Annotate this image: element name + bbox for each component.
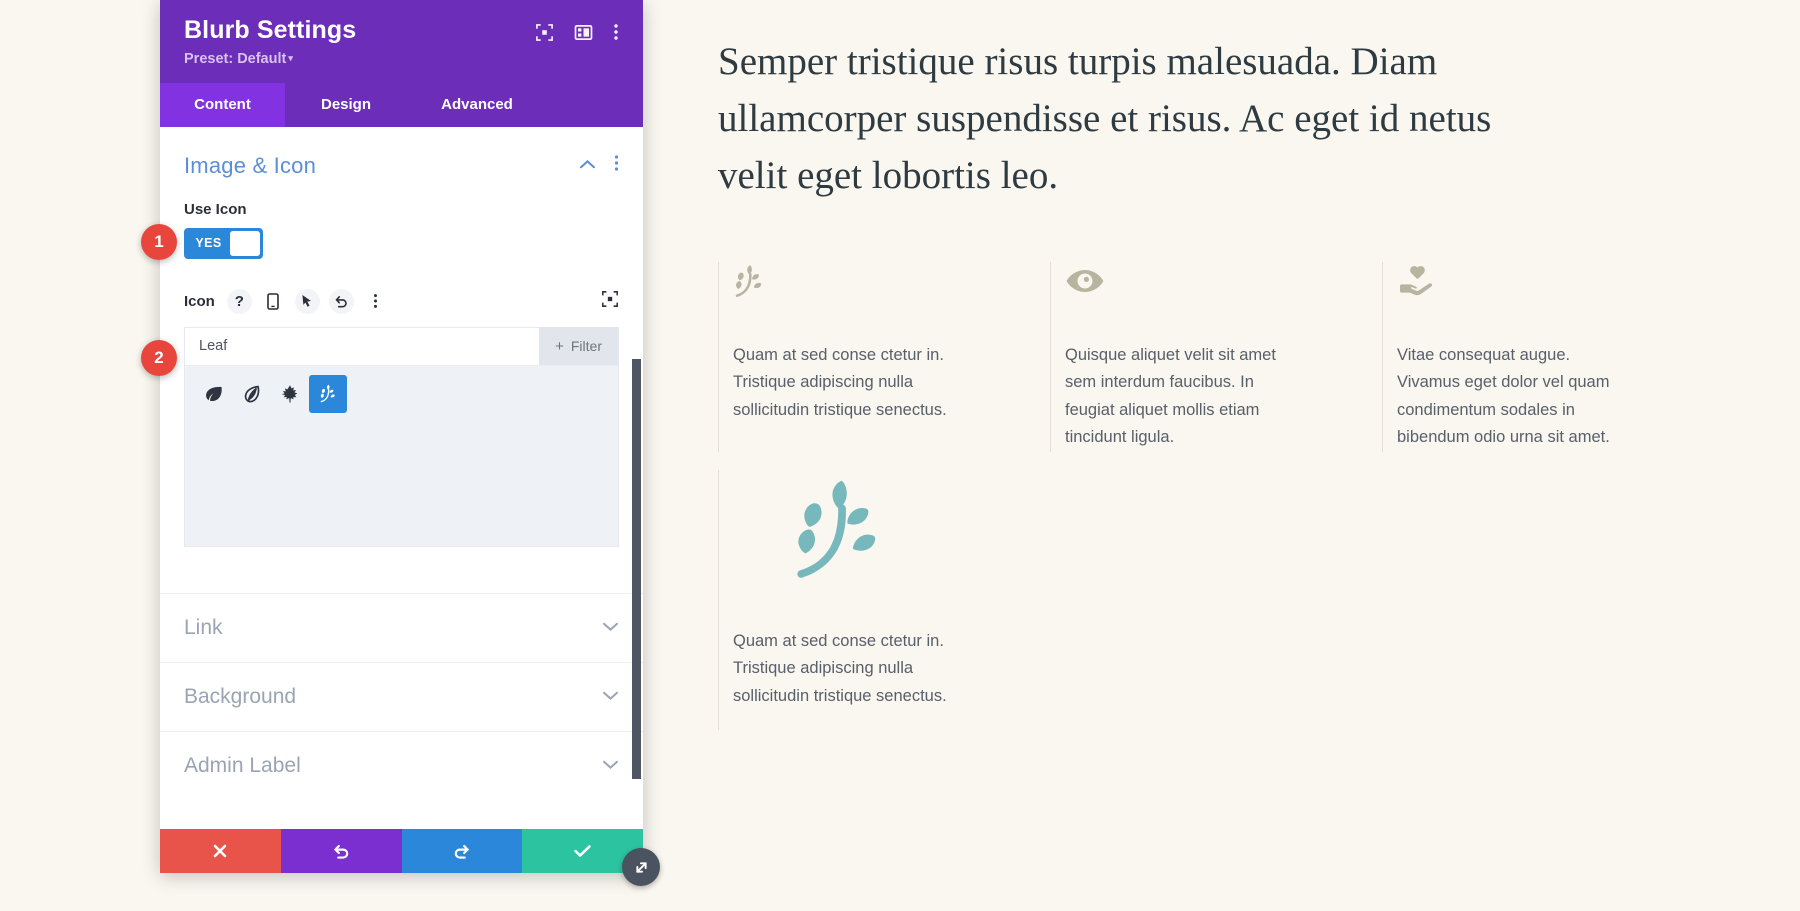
seedling-plant-icon[interactable] — [309, 374, 347, 413]
toggle-value: YES — [195, 236, 222, 251]
panel-body: Image & Icon Use Icon YES Icon ? Leaf + … — [160, 126, 643, 829]
panel-title: Blurb Settings — [184, 16, 357, 44]
blurb-card-preview[interactable]: Quam at sed conse ctetur in. Tristique a… — [718, 470, 1018, 730]
maple-leaf-icon[interactable] — [271, 375, 309, 413]
heart-in-hand-icon — [1397, 262, 1682, 320]
panel-tabs: Content Design Advanced — [160, 82, 643, 127]
seedling-plant-icon — [733, 262, 1018, 320]
more-vertical-icon[interactable] — [614, 154, 619, 177]
accordion-label: Link — [184, 615, 223, 639]
chevron-down-icon — [602, 688, 619, 706]
tab-advanced[interactable]: Advanced — [407, 83, 547, 127]
responsive-mobile-icon[interactable] — [261, 289, 286, 314]
reset-undo-icon[interactable] — [328, 288, 354, 314]
focus-icon[interactable] — [601, 290, 619, 313]
blurb-text: Quam at sed conse ctetur in. Tristique a… — [733, 632, 947, 705]
panel-header: Blurb Settings Preset: Default ▾ — [160, 0, 643, 83]
blurb-text: Quam at sed conse ctetur in. Tristique a… — [733, 346, 947, 419]
chevron-down-icon: ▾ — [288, 52, 293, 63]
icon-field-header: Icon ? — [160, 259, 643, 314]
screen: Semper tristique risus turpis malesuada.… — [0, 0, 1800, 911]
blurb-card[interactable]: Vitae consequat augue. Vivamus eget dolo… — [1382, 262, 1682, 452]
focus-icon[interactable] — [535, 23, 554, 47]
panel-header-actions — [535, 16, 619, 47]
blurb-card[interactable]: Quam at sed conse ctetur in. Tristique a… — [718, 262, 1018, 452]
chevron-up-icon[interactable] — [579, 157, 596, 175]
chevron-down-icon — [602, 757, 619, 775]
icon-field-label: Icon — [184, 292, 215, 310]
undo-button[interactable] — [280, 829, 402, 873]
help-icon[interactable]: ? — [226, 288, 252, 314]
plus-icon: + — [555, 337, 564, 355]
panel-footer — [160, 829, 643, 873]
blurb-card[interactable]: Quisque aliquet velit sit amet sem inter… — [1050, 262, 1350, 452]
eye-icon — [1065, 262, 1350, 320]
discard-button[interactable] — [160, 829, 281, 873]
vertical-scrollbar[interactable] — [632, 358, 641, 779]
toggle-knob — [230, 230, 260, 256]
section-image-and-icon-header[interactable]: Image & Icon — [160, 127, 643, 201]
seedling-plant-icon — [733, 470, 1018, 620]
accordion-admin-label[interactable]: Admin Label — [160, 730, 643, 800]
resize-handle-icon[interactable] — [622, 848, 660, 886]
page-preview: Semper tristique risus turpis malesuada.… — [700, 0, 1800, 911]
icon-search-row: + Filter — [185, 327, 618, 366]
blurb-row: Quam at sed conse ctetur in. Tristique a… — [718, 262, 1728, 452]
filter-button[interactable]: + Filter — [539, 327, 618, 366]
more-vertical-icon[interactable] — [613, 22, 619, 47]
hover-cursor-icon[interactable] — [294, 288, 320, 314]
more-vertical-icon[interactable] — [363, 289, 388, 314]
preset-label: Preset: Default — [184, 50, 287, 67]
accordion-label: Admin Label — [184, 753, 301, 777]
tab-content[interactable]: Content — [160, 82, 285, 127]
hero-heading: Semper tristique risus turpis malesuada.… — [718, 40, 1492, 197]
leaf-outline-icon[interactable] — [233, 375, 271, 413]
accordion-background[interactable]: Background — [160, 661, 643, 731]
icon-picker: + Filter — [184, 326, 619, 547]
preset-selector[interactable]: Preset: Default ▾ — [184, 51, 356, 83]
filter-label: Filter — [570, 338, 602, 355]
step-badge: 2 — [141, 340, 177, 376]
use-icon-toggle[interactable]: YES — [184, 227, 263, 259]
redo-button[interactable] — [401, 829, 523, 873]
tab-design[interactable]: Design — [285, 83, 407, 127]
blurb-text: Quisque aliquet velit sit amet sem inter… — [1065, 346, 1276, 447]
leaf-solid-icon[interactable] — [195, 375, 233, 413]
step-badge: 1 — [141, 224, 177, 260]
chevron-down-icon — [602, 619, 619, 637]
accordion-link[interactable]: Link — [160, 592, 643, 662]
accordion-label: Background — [184, 684, 297, 708]
icon-results-grid — [185, 365, 618, 546]
use-icon-field: Use Icon YES — [160, 201, 643, 259]
blurb-text: Vitae consequat augue. Vivamus eget dolo… — [1397, 346, 1610, 447]
layout-icon[interactable] — [574, 23, 593, 47]
use-icon-label: Use Icon — [184, 200, 247, 218]
section-title: Image & Icon — [184, 152, 317, 178]
blurb-settings-panel: Blurb Settings Preset: Default ▾ Content… — [160, 0, 643, 873]
icon-search-input[interactable] — [199, 338, 479, 355]
